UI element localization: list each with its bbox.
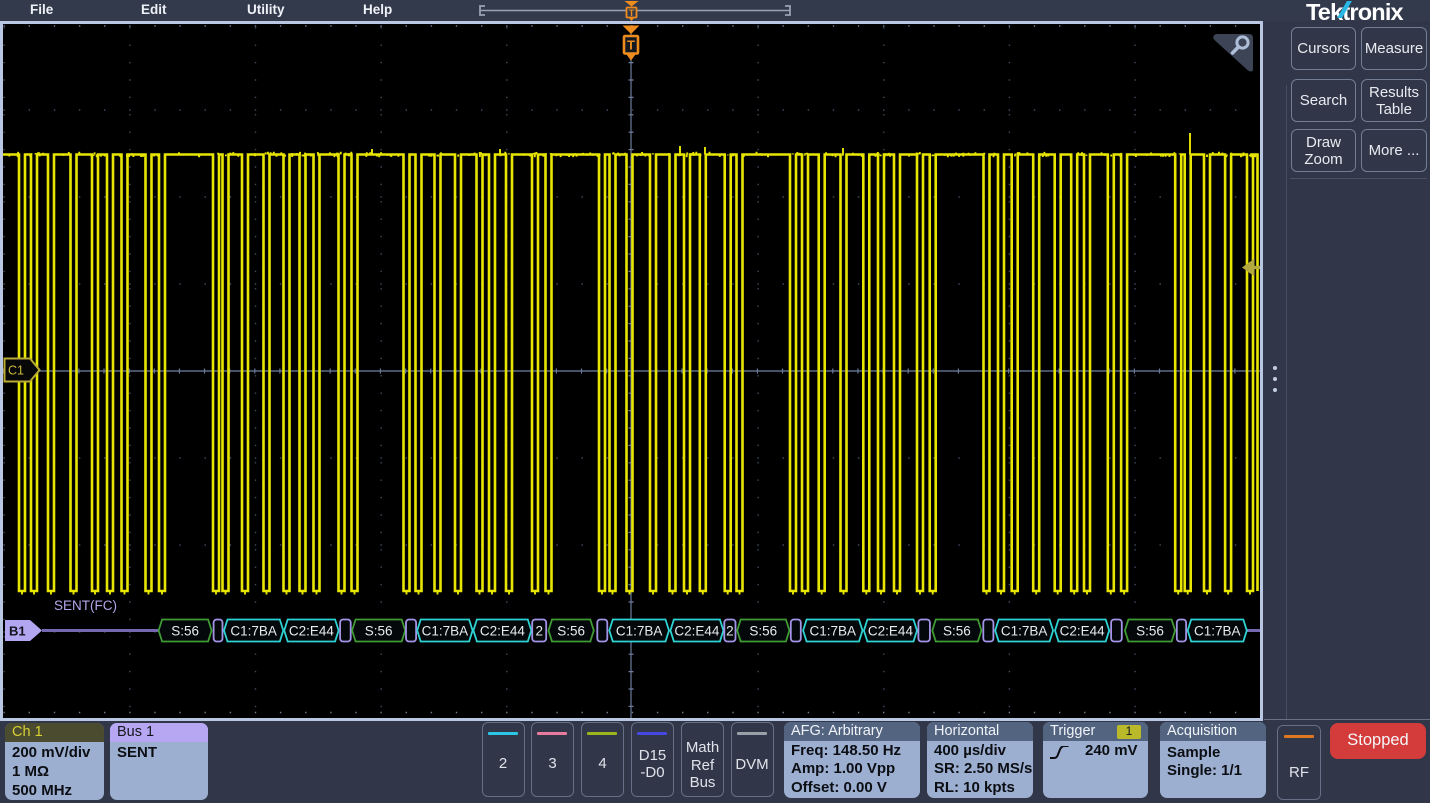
- svg-text:C1:7BA: C1:7BA: [230, 624, 277, 639]
- svg-text:S:56: S:56: [1136, 624, 1164, 639]
- svg-text:T: T: [629, 8, 635, 19]
- svg-text:C1:7BA: C1:7BA: [1194, 624, 1241, 639]
- svg-text:2: 2: [535, 624, 543, 639]
- svg-text:S:56: S:56: [749, 624, 777, 639]
- svg-text:C2:E44: C2:E44: [1060, 624, 1106, 639]
- svg-text:S:56: S:56: [365, 624, 393, 639]
- svg-text:C2:E44: C2:E44: [868, 624, 914, 639]
- svg-text:C2:E44: C2:E44: [289, 624, 335, 639]
- svg-text:C2:E44: C2:E44: [674, 624, 720, 639]
- svg-text:T: T: [627, 38, 635, 53]
- svg-text:C1:7BA: C1:7BA: [810, 624, 857, 639]
- svg-text:C2:E44: C2:E44: [480, 624, 526, 639]
- svg-text:C1:7BA: C1:7BA: [1001, 624, 1048, 639]
- svg-text:B1: B1: [9, 624, 26, 639]
- svg-text:S:56: S:56: [943, 624, 971, 639]
- svg-text:SENT(FC): SENT(FC): [54, 598, 117, 613]
- svg-text:S:56: S:56: [557, 624, 585, 639]
- svg-text:2: 2: [726, 624, 734, 639]
- svg-text:C1:7BA: C1:7BA: [616, 624, 663, 639]
- svg-text:C1: C1: [8, 364, 24, 378]
- svg-text:S:56: S:56: [171, 624, 199, 639]
- svg-text:C1:7BA: C1:7BA: [422, 624, 469, 639]
